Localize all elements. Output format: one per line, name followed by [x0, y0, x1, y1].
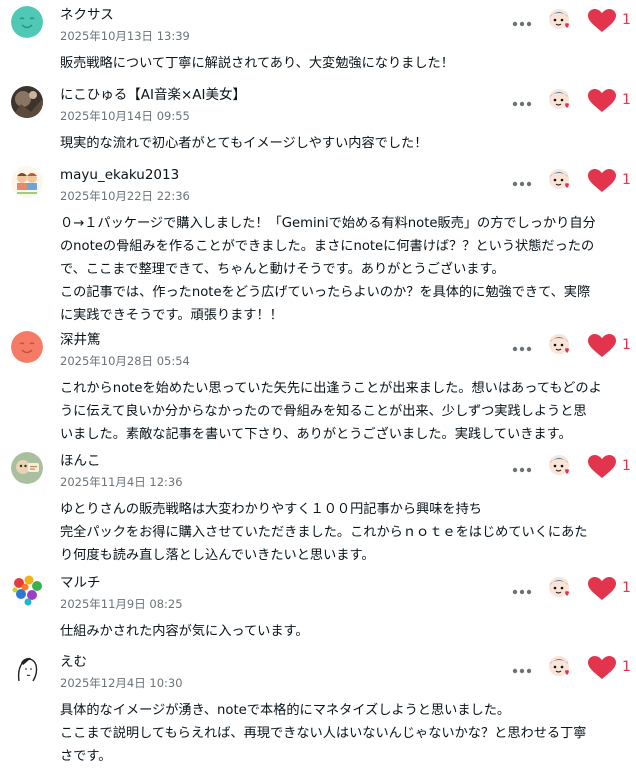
comment-author[interactable]: ネクサス [60, 6, 114, 24]
creator-liked-icon [548, 87, 574, 113]
comment-line: ゆとりさんの販売戦略は大変わかりやすく１００円記事から興味を持ち [60, 502, 482, 517]
comment-body: 具体的なイメージが湧き、noteで本格的にマネタイズしようと思いました。 ここま… [60, 699, 626, 768]
comment-body: 現実的な流れで初心者がとてもイメージしやすい内容でした！ [60, 132, 626, 155]
comment-line: り何度も読み直し落とし込んでいきたいと思います。 [60, 548, 375, 563]
more-options-icon[interactable] [505, 174, 539, 194]
comment-line: ここまで説明してもらえれば、再現できない人はいないんじゃないかな？と思わせる丁寧 [60, 726, 587, 741]
comment-line: のnoteの骨組みを作ることができました。まさにnoteに何書けば？？という状態… [60, 239, 595, 254]
comment-body: これからnoteを始めたい思っていた矢先に出逢うことが出来ました。想いはあっても… [60, 377, 626, 446]
comment-body: 仕組みかされた内容が気に入っています。 [60, 620, 626, 643]
heart-like-button[interactable] [588, 9, 616, 33]
default-face-avatar[interactable] [11, 6, 43, 38]
comment-author[interactable]: ほんこ [60, 452, 101, 470]
colorful-dots-avatar[interactable] [11, 574, 43, 606]
like-count[interactable]: 1 [622, 90, 631, 110]
like-count[interactable]: 1 [622, 335, 631, 355]
more-options-icon[interactable] [505, 14, 539, 34]
comment-date: 2025年11月4日 12:36 [60, 475, 183, 489]
more-options-icon[interactable] [505, 661, 539, 681]
like-count[interactable]: 1 [622, 456, 631, 476]
comment-author[interactable]: mayu_ekaku2013 [60, 166, 179, 184]
comment-body: ゆとりさんの販売戦略は大変わかりやすく１００円記事から興味を持ち 完全パックをお… [60, 498, 626, 567]
more-options-icon[interactable] [505, 460, 539, 480]
comment-line: 販売戦略について丁寧に解説されてあり、大変勉強になりました！ [60, 56, 454, 71]
heart-like-button[interactable] [588, 577, 616, 601]
heart-like-button[interactable] [588, 89, 616, 113]
creator-liked-icon [548, 575, 574, 601]
line-drawing-avatar[interactable] [11, 653, 43, 685]
default-face-avatar[interactable] [11, 331, 43, 363]
comment-line: で、ここまで整理できて、ちゃんと動けそうです。ありがとうございます。 [60, 262, 505, 277]
creator-liked-icon [548, 167, 574, 193]
comment-line: この記事では、作ったnoteをどう広げていったらよいのか？を具体的に勉強できて、… [60, 285, 591, 300]
creator-liked-icon [548, 453, 574, 479]
heart-like-button[interactable] [588, 334, 616, 358]
illustration-avatar[interactable] [11, 166, 43, 198]
comment-date: 2025年12月4日 10:30 [60, 676, 183, 690]
comment-line: 完全パックをお得に購入させていただきました。これからｎｏｔｅをはじめていくにあた [60, 525, 588, 540]
more-options-icon[interactable] [505, 582, 539, 602]
comment-line: に実践できそうです。頑張ります！！ [60, 308, 283, 323]
illustration-avatar[interactable] [11, 452, 43, 484]
heart-like-button[interactable] [588, 455, 616, 479]
comment-line: さです。 [60, 749, 112, 764]
like-count[interactable]: 1 [622, 657, 631, 677]
like-count[interactable]: 1 [622, 10, 631, 30]
more-options-icon[interactable] [505, 339, 539, 359]
comment-line: うに伝えて良いか分からなかったので骨組みを知ることが出来、少しずつ実践しようと思 [60, 404, 587, 419]
comment-line: 具体的なイメージが湧き、noteで本格的にマネタイズしようと思いました。 [60, 703, 511, 718]
comment-line: いました。素敵な記事を書いて下さり、ありがとうございました。実践していきます。 [60, 427, 572, 442]
comment-date: 2025年10月14日 09:55 [60, 109, 190, 123]
heart-like-button[interactable] [588, 169, 616, 193]
comment-line: 現実的な流れで初心者がとてもイメージしやすい内容でした！ [60, 136, 428, 151]
like-count[interactable]: 1 [622, 578, 631, 598]
like-count[interactable]: 1 [622, 170, 631, 190]
creator-liked-icon [548, 654, 574, 680]
comment-line: 仕組みかされた内容が気に入っています。 [60, 624, 309, 639]
comment-author[interactable]: にこひゅる【AI音楽×AI美女】 [60, 86, 246, 104]
comment-date: 2025年10月28日 05:54 [60, 354, 190, 368]
comment-body: ０→１パッケージで購入しました！「Geminiで始める有料note販売」の方でし… [60, 212, 626, 327]
creator-liked-icon [548, 7, 574, 33]
comment-date: 2025年10月13日 13:39 [60, 29, 190, 43]
comment-author[interactable]: 深井篤 [60, 331, 101, 349]
comment-date: 2025年11月9日 08:25 [60, 597, 183, 611]
comment-body: 販売戦略について丁寧に解説されてあり、大変勉強になりました！ [60, 52, 626, 75]
comment-date: 2025年10月22日 22:36 [60, 189, 190, 203]
more-options-icon[interactable] [505, 94, 539, 114]
photo-avatar[interactable] [11, 86, 43, 118]
comment-author[interactable]: マルチ [60, 574, 101, 592]
comment-line: ０→１パッケージで購入しました！「Geminiで始める有料note販売」の方でし… [60, 216, 596, 231]
creator-liked-icon [548, 332, 574, 358]
comment-author[interactable]: えむ [60, 653, 87, 671]
heart-like-button[interactable] [588, 656, 616, 680]
comment-line: これからnoteを始めたい思っていた矢先に出逢うことが出来ました。想いはあっても… [60, 381, 602, 396]
